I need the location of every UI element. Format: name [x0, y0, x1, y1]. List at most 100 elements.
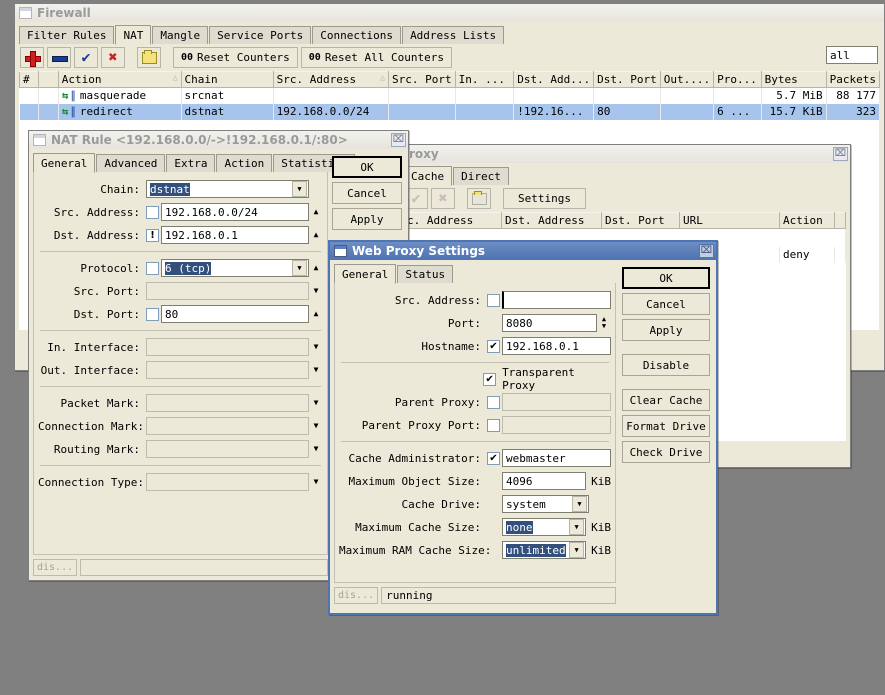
tab-advanced[interactable]: Advanced [96, 154, 166, 172]
close-icon[interactable]: ⌧ [391, 133, 406, 147]
dst-address-input[interactable]: 192.168.0.1 [161, 226, 309, 244]
check-drive-button[interactable]: Check Drive [622, 441, 710, 463]
port-input[interactable]: 8080 [502, 314, 597, 332]
col-dst-address[interactable]: Dst. Add... [513, 71, 595, 88]
disable-entry-button[interactable]: ✖ [431, 188, 455, 209]
dst-address-expand-arrow[interactable]: ▲ [309, 230, 323, 240]
nat-rule-titlebar[interactable]: NAT Rule <192.168.0.0/->!192.168.0.1/:80… [29, 131, 408, 149]
chevron-down-icon[interactable]: ▼ [292, 181, 307, 197]
out-interface-input[interactable] [146, 361, 309, 379]
proxy-settings-titlebar[interactable]: Web Proxy Settings ⌧ [330, 242, 716, 260]
tab-status[interactable]: Status [397, 265, 454, 283]
port-spinner[interactable]: ▲ ▼ [597, 316, 611, 330]
col-dst-address[interactable]: Dst. Address [501, 212, 602, 229]
col-dst-port[interactable]: Dst. Port [593, 71, 661, 88]
tab-cache[interactable]: Cache [403, 166, 453, 186]
connection-type-input[interactable] [146, 473, 309, 491]
parent-proxy-input[interactable] [502, 393, 611, 411]
hostname-checkbox[interactable]: ✔ [487, 339, 500, 353]
routing-mark-input[interactable] [146, 440, 309, 458]
cache-drive-combo[interactable]: system ▼ [502, 495, 589, 513]
dst-port-negate-checkbox[interactable] [146, 307, 159, 321]
web-proxy-titlebar[interactable]: roxy ⌧ [399, 145, 850, 163]
disable-rule-button[interactable]: ✖ [101, 47, 125, 68]
chain-combo[interactable]: dstnat ▼ [146, 180, 309, 198]
chevron-down-icon[interactable]: ▼ [569, 519, 585, 535]
packet-mark-expand-arrow[interactable]: ▼ [309, 398, 323, 408]
protocol-expand-arrow[interactable]: ▲ [309, 263, 323, 273]
col-chain[interactable]: Chain [180, 71, 274, 88]
cache-administrator-input[interactable]: webmaster [502, 449, 611, 467]
src-address-negate-checkbox[interactable] [146, 205, 159, 219]
tab-extra[interactable]: Extra [166, 154, 216, 172]
tab-general[interactable]: General [33, 153, 96, 173]
protocol-combo[interactable]: 6 (tcp) ▼ [161, 259, 309, 277]
maximum-object-size-input[interactable]: 4096 [502, 472, 587, 490]
tab-filter-rules[interactable]: Filter Rules [19, 26, 115, 44]
cache-administrator-checkbox[interactable]: ✔ [487, 451, 500, 465]
src-address-input[interactable]: 192.168.0.0/24 [161, 203, 309, 221]
maximum-ram-cache-size-combo[interactable]: unlimited ▼ [502, 541, 587, 559]
reset-all-counters-button[interactable]: 00 Reset All Counters [300, 47, 453, 68]
tab-mangle[interactable]: Mangle [152, 26, 209, 44]
table-row[interactable]: ⇆ ∥ masquerade srcnat 5.7 MiB 88 177 [19, 87, 881, 104]
chevron-down-icon[interactable]: ▼ [292, 260, 307, 276]
reset-counters-button[interactable]: 00 Reset Counters [173, 47, 298, 68]
in-interface-expand-arrow[interactable]: ▼ [309, 342, 323, 352]
col-in-interface[interactable]: In. ... [454, 71, 515, 88]
hostname-input[interactable]: 192.168.0.1 [502, 337, 611, 355]
protocol-negate-checkbox[interactable] [146, 261, 159, 275]
parent-proxy-checkbox[interactable] [487, 395, 500, 409]
chevron-down-icon[interactable]: ▼ [572, 496, 587, 512]
ok-button[interactable]: OK [622, 267, 710, 289]
col-src-address[interactable]: Src. Address △ [272, 71, 389, 88]
apply-button[interactable]: Apply [332, 208, 402, 230]
chevron-down-icon[interactable]: ▼ [569, 542, 585, 558]
col-index[interactable]: # [19, 71, 39, 88]
table-row[interactable]: ⇆ ∥ redirect dstnat 192.168.0.0/24 !192.16… [19, 103, 881, 120]
connection-mark-input[interactable] [146, 417, 309, 435]
filter-dropdown[interactable]: all [826, 46, 878, 64]
tab-direct[interactable]: Direct [453, 167, 509, 185]
firewall-titlebar[interactable]: Firewall [15, 4, 884, 22]
src-port-expand-arrow[interactable]: ▼ [309, 286, 323, 296]
col-src-port[interactable]: Src. Port [387, 71, 456, 88]
parent-proxy-port-checkbox[interactable] [487, 418, 500, 432]
remove-rule-button[interactable] [47, 47, 71, 68]
col-out-interface[interactable]: Out.... [659, 71, 715, 88]
dst-port-expand-arrow[interactable]: ▲ [309, 309, 323, 319]
col-packets[interactable]: Packets [825, 71, 881, 88]
transparent-proxy-checkbox[interactable]: ✔ [483, 372, 497, 386]
enable-rule-button[interactable]: ✔ [74, 47, 98, 68]
col-bytes[interactable]: Bytes [760, 71, 827, 88]
settings-button[interactable]: Settings [503, 188, 586, 209]
src-address-input[interactable] [502, 291, 611, 309]
src-address-checkbox[interactable] [487, 293, 500, 307]
src-address-expand-arrow[interactable]: ▲ [309, 207, 323, 217]
packet-mark-input[interactable] [146, 394, 309, 412]
in-interface-input[interactable] [146, 338, 309, 356]
col-src-address[interactable]: c. Address [403, 212, 502, 229]
parent-proxy-port-input[interactable] [502, 416, 611, 434]
connection-mark-expand-arrow[interactable]: ▼ [309, 421, 323, 431]
clear-cache-button[interactable]: Clear Cache [622, 389, 710, 411]
col-action[interactable]: Action [779, 212, 835, 229]
col-flags[interactable] [37, 71, 59, 88]
col-url[interactable]: URL [679, 212, 780, 229]
dst-address-negate-checkbox[interactable]: ! [146, 228, 159, 242]
comment-button[interactable] [467, 188, 491, 209]
tab-address-lists[interactable]: Address Lists [402, 26, 505, 44]
maximum-cache-size-combo[interactable]: none ▼ [502, 518, 587, 536]
format-drive-button[interactable]: Format Drive [622, 415, 710, 437]
comment-button[interactable] [137, 47, 161, 68]
tab-nat[interactable]: NAT [115, 25, 152, 45]
col-extra[interactable] [834, 212, 846, 229]
apply-button[interactable]: Apply [622, 319, 710, 341]
close-icon[interactable]: ⌧ [833, 147, 848, 161]
tab-service-ports[interactable]: Service Ports [209, 26, 312, 44]
dst-port-input[interactable]: 80 [161, 305, 309, 323]
tab-action[interactable]: Action [216, 154, 273, 172]
cancel-button[interactable]: Cancel [622, 293, 710, 315]
col-action[interactable]: Action △ [57, 71, 182, 88]
tab-connections[interactable]: Connections [312, 26, 402, 44]
